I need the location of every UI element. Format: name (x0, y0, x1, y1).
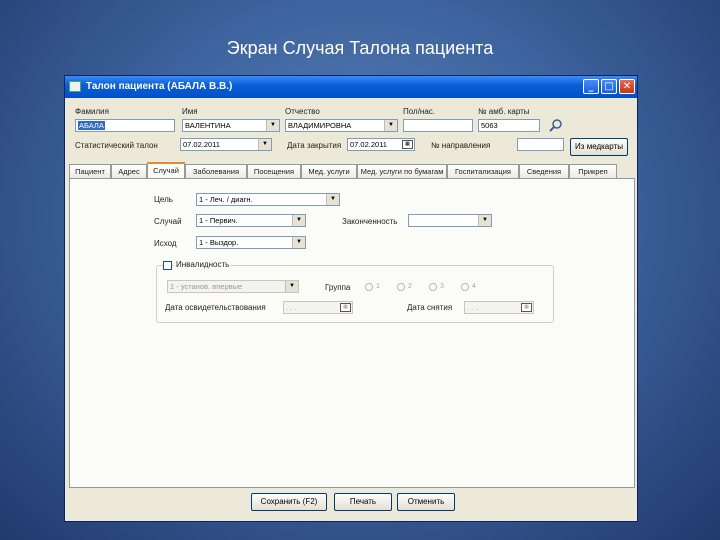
completeness-label: Законченность (342, 217, 398, 226)
patronymic-value: ВЛАДИМИРОВНА (288, 121, 352, 130)
name-label: Имя (182, 107, 198, 116)
tab-diseases[interactable]: Заболевания (185, 164, 247, 178)
tab-info[interactable]: Сведения (519, 164, 569, 178)
date-removed-label: Дата снятия (407, 303, 453, 312)
purpose-label: Цель (154, 195, 173, 204)
purpose-value: 1 - Леч. / диагн. (199, 195, 253, 204)
date-set-value: . . . (286, 303, 297, 312)
card-number-value: 5063 (481, 121, 498, 130)
slide-title: Экран Случая Талона пациента (226, 38, 494, 58)
tab-bar: Пациент Адрес Случай Заболевания Посещен… (69, 162, 635, 178)
completeness-select[interactable]: ▼ (408, 214, 492, 227)
group-radio-4-label: 4 (472, 283, 476, 290)
group-radio-3[interactable] (429, 283, 437, 291)
chevron-down-icon[interactable]: ▼ (292, 237, 305, 248)
date-set-label: Дата освидетельствования (165, 303, 266, 312)
tab-hospitalization[interactable]: Госпитализация (447, 164, 519, 178)
disability-checkbox[interactable] (163, 261, 172, 270)
search-icon[interactable] (549, 118, 563, 132)
gender-label: Пол/нас. (403, 107, 436, 116)
window-title: Талон пациента (АБАЛА В.В.) (86, 81, 233, 92)
case-tab-panel: Цель 1 - Леч. / диагн. ▼ Случай 1 - Перви… (69, 178, 635, 488)
chevron-down-icon[interactable]: ▼ (292, 215, 305, 226)
chevron-down-icon[interactable]: ▼ (384, 120, 397, 131)
chevron-down-icon[interactable]: ▼ (285, 281, 298, 292)
date-removed-value: . . . (467, 303, 478, 312)
gender-field[interactable] (403, 119, 473, 132)
patronymic-label: Отчество (285, 107, 320, 116)
closing-date-label: Дата закрытия (287, 141, 342, 150)
app-icon (69, 81, 81, 92)
tab-address[interactable]: Адрес (111, 164, 147, 178)
name-field[interactable]: ВАЛЕНТИНА ▼ (182, 119, 280, 132)
maximize-button[interactable]: □ (601, 79, 617, 94)
referral-number-field[interactable] (517, 138, 564, 151)
group-radio-4[interactable] (461, 283, 469, 291)
group-radio-1-label: 1 (376, 283, 380, 290)
chevron-down-icon[interactable]: ▼ (326, 194, 339, 205)
purpose-select[interactable]: 1 - Леч. / диагн. ▼ (196, 193, 340, 206)
chevron-down-icon[interactable]: ▼ (478, 215, 491, 226)
closing-date-field[interactable]: 07.02.2011 ▦ (347, 138, 415, 151)
cancel-button[interactable]: Отменить (397, 493, 455, 511)
surname-label: Фамилия (75, 107, 109, 116)
chevron-down-icon[interactable]: ▼ (258, 139, 271, 150)
calendar-icon[interactable]: ▦ (340, 303, 351, 312)
group-label: Группа (325, 283, 351, 292)
date-set-field[interactable]: . . . ▦ (283, 301, 353, 314)
tab-attachment[interactable]: Прикреп (569, 164, 617, 178)
referral-number-label: № направления (431, 141, 491, 150)
disability-type-value: 1 - установ. впервые (170, 282, 243, 291)
closing-date-value: 07.02.2011 (350, 140, 387, 149)
group-radio-1[interactable] (365, 283, 373, 291)
save-button[interactable]: Сохранить (F2) (251, 493, 327, 511)
group-radio-2[interactable] (397, 283, 405, 291)
tab-visits[interactable]: Посещения (247, 164, 301, 178)
surname-field[interactable]: АБАЛА (75, 119, 175, 132)
minimize-button[interactable]: _ (583, 79, 599, 94)
tab-med-services-papers[interactable]: Мед. услуги по бумагам (357, 164, 447, 178)
chevron-down-icon[interactable]: ▼ (266, 120, 279, 131)
group-radio-3-label: 3 (440, 283, 444, 290)
disability-group: Инвалидность 1 - установ. впервые ▼ Групп… (156, 260, 554, 323)
surname-value: АБАЛА (78, 121, 105, 130)
date-removed-field[interactable]: . . . ▦ (464, 301, 534, 314)
name-value: ВАЛЕНТИНА (185, 121, 231, 130)
calendar-icon[interactable]: ▦ (402, 140, 413, 149)
close-button[interactable]: ✕ (619, 79, 635, 94)
tab-case[interactable]: Случай (147, 162, 185, 178)
disability-type-select[interactable]: 1 - установ. впервые ▼ (167, 280, 299, 293)
from-medcard-button[interactable]: Из медкарты (570, 138, 628, 156)
case-type-label: Случай (154, 217, 182, 226)
card-number-label: № амб. карты (478, 107, 530, 116)
print-button[interactable]: Печать (334, 493, 392, 511)
bottom-button-bar: Сохранить (F2) Печать Отменить (69, 488, 635, 519)
result-label: Исход (154, 239, 177, 248)
group-radio-2-label: 2 (408, 283, 412, 290)
window-titlebar[interactable]: Талон пациента (АБАЛА В.В.) _ □ ✕ (65, 76, 637, 98)
patronymic-field[interactable]: ВЛАДИМИРОВНА ▼ (285, 119, 398, 132)
patient-coupon-window: Талон пациента (АБАЛА В.В.) _ □ ✕ Фамили… (64, 75, 638, 522)
card-number-field[interactable]: 5063 (478, 119, 540, 132)
disability-label: Инвалидность (174, 260, 232, 269)
stat-coupon-date-value: 07.02.2011 (183, 140, 220, 149)
calendar-icon[interactable]: ▦ (521, 303, 532, 312)
result-select[interactable]: 1 - Выздор. ▼ (196, 236, 306, 249)
stat-coupon-label: Статистический талон (75, 141, 158, 150)
tab-patient[interactable]: Пациент (69, 164, 111, 178)
tab-med-services[interactable]: Мед. услуги (301, 164, 357, 178)
result-value: 1 - Выздор. (199, 238, 239, 247)
case-type-select[interactable]: 1 - Первич. ▼ (196, 214, 306, 227)
case-type-value: 1 - Первич. (199, 216, 238, 225)
stat-coupon-date-field[interactable]: 07.02.2011 ▼ (180, 138, 272, 151)
